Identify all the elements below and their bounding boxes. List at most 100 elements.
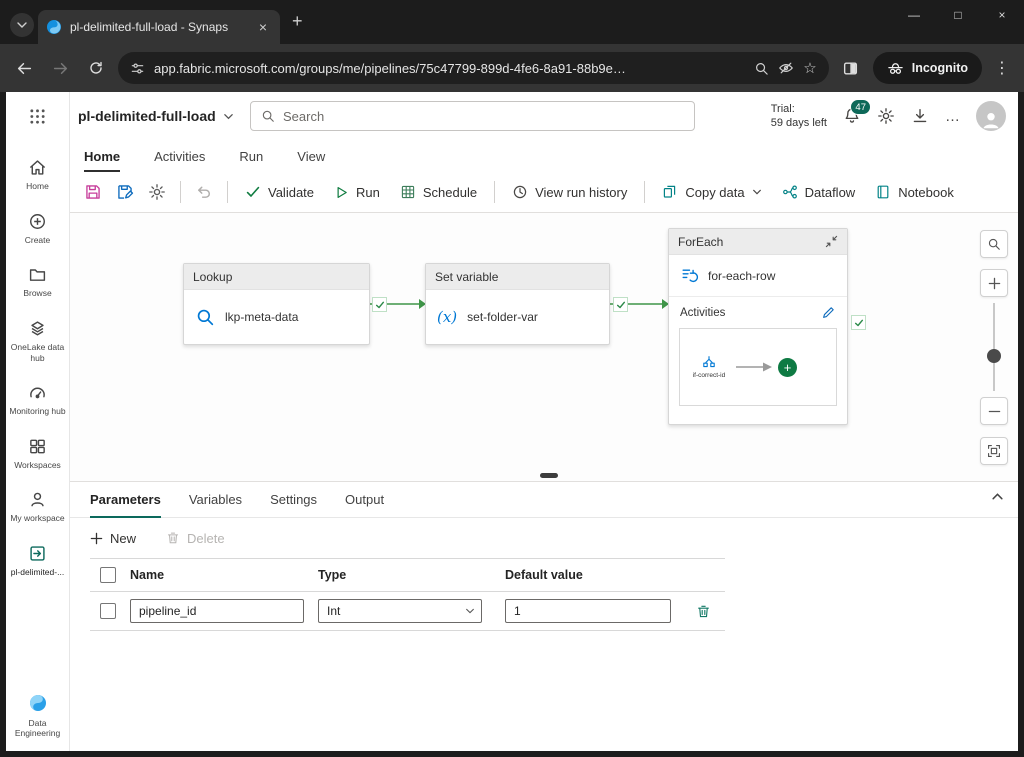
chevron-down-icon (466, 608, 474, 614)
row-checkbox[interactable] (100, 603, 116, 619)
sidebar-item-browse[interactable]: Browse (6, 263, 69, 301)
lookup-node[interactable]: Lookup lkp-meta-data (183, 263, 370, 345)
tab-search-icon[interactable] (10, 13, 34, 37)
sidebar-item-data-engineering[interactable]: Data Engineering (6, 690, 69, 741)
sidebar-item-workspaces[interactable]: Workspaces (6, 435, 69, 473)
forward-icon[interactable] (46, 54, 74, 82)
foreach-check-badge (851, 315, 866, 330)
tab-run[interactable]: Run (239, 140, 263, 172)
parameter-name-input[interactable] (130, 599, 304, 623)
incognito-badge[interactable]: Incognito (872, 52, 982, 84)
save-as-button[interactable] (110, 177, 140, 207)
undo-button[interactable] (189, 177, 219, 207)
url-bar[interactable]: app.fabric.microsoft.com/groups/me/pipel… (118, 52, 829, 84)
zoom-slider-handle[interactable] (987, 349, 1001, 363)
panel-collapse-icon[interactable] (991, 490, 1004, 503)
tab-home[interactable]: Home (84, 140, 121, 172)
avatar-person-icon (983, 112, 999, 129)
sidebar-item-pipeline[interactable]: pl-delimited-... (6, 542, 69, 580)
notifications-button[interactable]: 47 (843, 99, 871, 125)
tab-variables[interactable]: Variables (189, 482, 242, 517)
sidebar-item-create[interactable]: Create (6, 210, 69, 248)
favorite-star-icon[interactable]: ☆ (803, 59, 816, 77)
pipeline-canvas[interactable]: Lookup lkp-meta-data Set variable (x) se… (70, 213, 1018, 481)
avatar[interactable] (976, 101, 1006, 131)
trial-status: Trial: 59 days left (770, 102, 827, 129)
media-blocked-icon[interactable] (778, 60, 794, 76)
sidebar-item-monitoring[interactable]: Monitoring hub (6, 381, 69, 419)
split-screen-icon[interactable] (837, 54, 865, 82)
sidebar-item-onelake[interactable]: OneLake data hub (6, 317, 69, 365)
sidebar-item-home[interactable]: Home (6, 156, 69, 194)
parameter-type-select[interactable]: Int (318, 599, 482, 623)
plus-icon (90, 532, 103, 544)
url-text: app.fabric.microsoft.com/groups/me/pipel… (154, 60, 626, 76)
copy-data-button[interactable]: Copy data (653, 177, 770, 207)
new-tab-button[interactable]: + (292, 11, 303, 32)
browser-tabstrip: pl-delimited-full-load - Synaps × + — □ … (0, 0, 1024, 44)
settings-button[interactable] (877, 107, 895, 125)
add-activity-button[interactable]: + (778, 357, 797, 377)
if-condition-activity[interactable]: if-correct-id (688, 354, 730, 380)
tab-settings[interactable]: Settings (270, 482, 317, 517)
delete-row-button[interactable] (696, 604, 711, 619)
browser-tab[interactable]: pl-delimited-full-load - Synaps × (38, 10, 280, 44)
left-nav: Home Create Browse OneLake data hub Moni… (6, 92, 70, 751)
monitoring-icon (30, 387, 45, 399)
tab-activities[interactable]: Activities (154, 140, 205, 172)
download-button[interactable] (911, 107, 929, 125)
delete-parameter-button[interactable]: Delete (166, 531, 225, 546)
minimize-icon[interactable]: — (892, 0, 936, 30)
edit-pencil-icon[interactable] (821, 305, 836, 320)
dataflow-button[interactable]: Dataflow (773, 177, 865, 207)
save-button[interactable] (78, 177, 108, 207)
new-parameter-button[interactable]: New (90, 531, 136, 546)
view-run-history-button[interactable]: View run history (503, 177, 636, 207)
set-variable-node[interactable]: Set variable (x) set-folder-var (425, 263, 610, 345)
notebook-button[interactable]: Notebook (866, 177, 963, 207)
pipeline-settings-button[interactable] (142, 177, 172, 207)
if-condition-icon (703, 356, 715, 368)
divider (494, 181, 496, 203)
inner-arrow (736, 362, 772, 372)
parameter-default-input[interactable] (505, 599, 671, 623)
run-play-icon (337, 186, 347, 198)
select-all-checkbox[interactable] (100, 567, 116, 583)
tab-parameters[interactable]: Parameters (90, 482, 161, 518)
sidebar-item-my-workspace[interactable]: My workspace (6, 488, 69, 526)
global-search[interactable] (250, 101, 695, 131)
foreach-icon (682, 269, 699, 283)
save-icon (86, 185, 100, 199)
run-button[interactable]: Run (325, 177, 389, 207)
search-input[interactable] (283, 108, 684, 124)
site-settings-icon[interactable] (130, 61, 145, 76)
back-icon[interactable] (10, 54, 38, 82)
trash-icon (698, 605, 709, 617)
waffle-menu-icon[interactable] (6, 92, 69, 140)
foreach-inner-canvas[interactable]: if-correct-id + (679, 328, 837, 406)
zoom-out-button[interactable] (980, 397, 1008, 425)
person-icon (31, 493, 44, 507)
tab-output[interactable]: Output (345, 482, 384, 517)
browser-menu-icon[interactable]: ⋮ (990, 58, 1014, 78)
collapse-icon[interactable] (825, 235, 838, 248)
tab-close-icon[interactable]: × (254, 18, 272, 36)
tab-view[interactable]: View (297, 140, 325, 172)
header-overflow-icon[interactable]: … (945, 108, 960, 125)
canvas-search-button[interactable] (980, 230, 1008, 258)
zoom-in-button[interactable] (980, 269, 1008, 297)
foreach-node[interactable]: ForEach for-each-row Activities if-corre… (668, 228, 848, 425)
zoom-slider[interactable] (987, 303, 1001, 391)
validate-button[interactable]: Validate (236, 177, 323, 207)
maximize-icon[interactable]: □ (936, 0, 980, 30)
panel-resize-handle[interactable] (540, 473, 558, 478)
refresh-icon[interactable] (82, 54, 110, 82)
foreach-activity-row[interactable]: for-each-row (669, 255, 847, 297)
zoom-to-fit-button[interactable] (980, 437, 1008, 465)
pipeline-title[interactable]: pl-delimited-full-load (78, 108, 234, 124)
zoom-icon[interactable] (754, 61, 769, 76)
column-default-value: Default value (505, 568, 583, 582)
close-icon[interactable]: × (980, 0, 1024, 30)
schedule-button[interactable]: Schedule (391, 177, 486, 207)
ribbon-toolbar: Validate Run Schedule View run history C… (70, 172, 1018, 213)
